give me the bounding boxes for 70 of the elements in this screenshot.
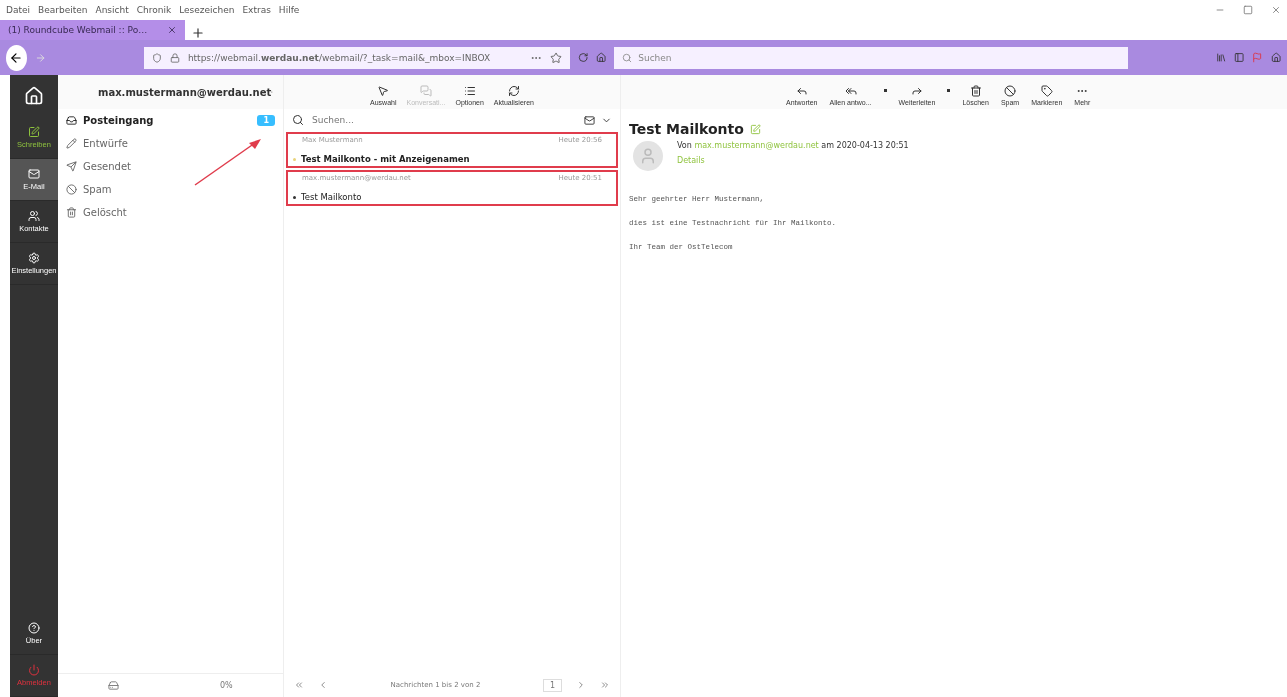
sent-icon — [66, 161, 77, 172]
spam-icon — [66, 184, 77, 195]
message-subject: Test Mailkonto — [301, 192, 362, 202]
contacts-icon — [28, 210, 40, 222]
drafts-icon — [66, 138, 77, 149]
folder-item[interactable]: Spam — [58, 178, 283, 201]
folder-item[interactable]: Gelöscht — [58, 201, 283, 224]
folder-item[interactable]: Gesendet — [58, 155, 283, 178]
replyall-icon — [844, 85, 857, 97]
mail-icon — [28, 168, 40, 180]
menu-item[interactable]: Hilfe — [278, 5, 300, 15]
forward-icon — [911, 85, 923, 97]
delete-icon — [969, 85, 982, 97]
reload-icon[interactable] — [577, 51, 588, 64]
home-icon[interactable] — [595, 51, 607, 64]
menu-item[interactable]: Lesezeichen — [179, 5, 235, 15]
sender-line: Von max.mustermann@werdau.net am 2020-04-13 20:51 — [677, 141, 909, 150]
home-icon[interactable] — [1270, 51, 1281, 64]
page-field[interactable]: 1 — [542, 678, 562, 692]
avatar-icon — [633, 141, 663, 171]
unread-count: 1 — [257, 115, 275, 126]
annotation-arrow — [193, 137, 263, 187]
lock-icon — [169, 52, 180, 63]
logo-icon[interactable] — [24, 86, 44, 106]
star-icon[interactable] — [549, 51, 562, 64]
library-icon[interactable] — [1215, 51, 1226, 64]
options-icon — [463, 85, 476, 97]
sidebar-icon[interactable] — [1233, 51, 1245, 64]
next-page-icon[interactable] — [576, 680, 586, 690]
compose-icon — [28, 126, 40, 138]
first-page-icon[interactable] — [294, 680, 304, 690]
quota-text: 0% — [219, 681, 233, 690]
back-button[interactable] — [6, 44, 27, 71]
folder-item[interactable]: Entwürfe — [58, 132, 283, 155]
threads-icon — [419, 85, 432, 97]
account-name: max.mustermann@werdau.net — [98, 86, 272, 98]
about-icon — [28, 622, 40, 634]
maximize-icon[interactable] — [1243, 5, 1253, 15]
folder-item[interactable]: Posteingang 1 — [58, 109, 283, 132]
new-tab-icon[interactable] — [191, 26, 205, 40]
close-icon[interactable] — [167, 25, 177, 35]
menu-item[interactable]: Bearbeiten — [38, 5, 88, 15]
message-subject: Test Mailkonto - mit Anzeigenamen — [301, 154, 470, 164]
settings-icon — [28, 252, 40, 264]
previous-page-icon[interactable] — [318, 680, 328, 690]
dropdown-icon[interactable] — [883, 89, 887, 92]
search-icon — [622, 52, 633, 63]
menu-item[interactable]: Chronik — [136, 5, 172, 15]
mail-subject: Test Mailkonto — [629, 121, 744, 137]
menu-item[interactable]: Datei — [6, 5, 30, 15]
menu-item[interactable]: Extras — [242, 5, 271, 15]
dropdown-icon[interactable] — [947, 89, 951, 92]
browser-tab[interactable]: (1) Roundcube Webmail :: Po… — [0, 20, 185, 40]
reply-icon — [795, 85, 808, 97]
select-icon — [377, 85, 390, 97]
quota-icon — [108, 680, 120, 691]
trash-icon — [66, 207, 77, 218]
back-icon — [9, 50, 24, 65]
search-icon — [292, 114, 304, 126]
address-bar[interactable]: https://webmail.werdau.net/webmail/?_task=mail&_mbox=INBOX — [143, 46, 570, 69]
logout-icon — [28, 664, 40, 676]
inbox-icon — [66, 115, 77, 126]
last-page-icon[interactable] — [600, 680, 610, 690]
spam-icon — [1004, 85, 1016, 97]
mail-icon[interactable] — [584, 114, 595, 126]
shield-icon — [151, 52, 162, 63]
refresh-icon — [507, 85, 520, 97]
search-field[interactable]: Suchen... — [310, 114, 578, 126]
close-icon[interactable] — [1271, 5, 1281, 15]
menu-item[interactable]: Ansicht — [95, 5, 129, 15]
